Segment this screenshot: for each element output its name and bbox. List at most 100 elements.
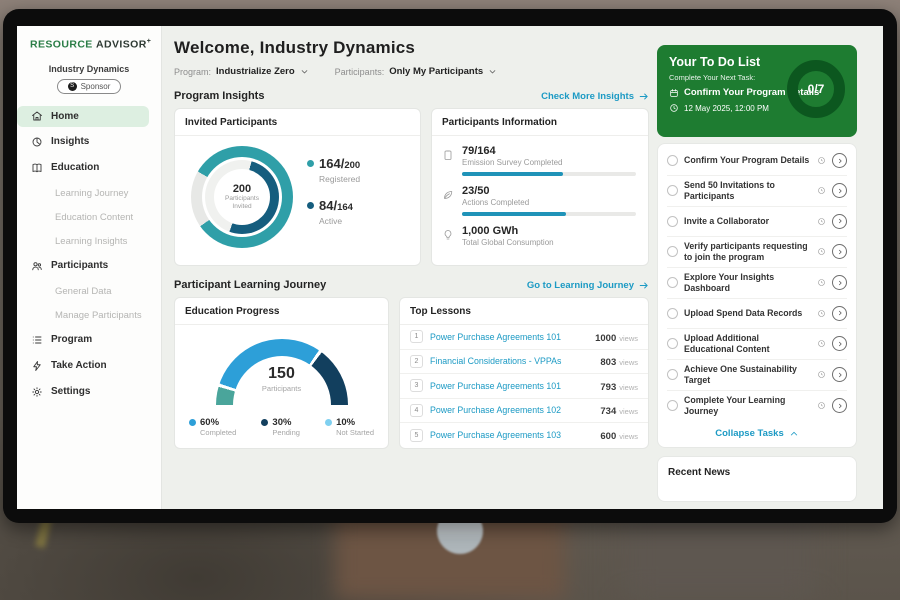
- info-value: 23/50: [462, 185, 636, 197]
- gauge-legend: 60%Completed 30%Pending 10%Not Started: [175, 405, 388, 437]
- chevron-up-icon: [789, 429, 799, 439]
- task-row[interactable]: Confirm Your Program Details: [667, 146, 847, 176]
- chevron-down-icon: [488, 67, 497, 76]
- lesson-row[interactable]: 4 Power Purchase Agreements 102 734views: [400, 399, 648, 424]
- task-label: Complete Your Learning Journey: [684, 395, 811, 417]
- legend-value: 164/: [319, 156, 344, 171]
- recent-news-card: Recent News: [657, 456, 857, 502]
- task-row[interactable]: Verify participants requesting to join t…: [667, 237, 847, 268]
- views-suffix: views: [619, 334, 638, 343]
- task-checkbox[interactable]: [667, 369, 678, 380]
- clock-icon: [669, 103, 679, 113]
- program-filter-value: Industrialize Zero: [216, 66, 295, 77]
- chevron-right-icon: [836, 309, 844, 317]
- task-row[interactable]: Achieve One Sustainability Target: [667, 360, 847, 391]
- sidebar-item-label: Education: [51, 162, 99, 173]
- sidebar-item-program[interactable]: Program: [17, 329, 161, 351]
- task-checkbox[interactable]: [667, 216, 678, 227]
- task-checkbox[interactable]: [667, 155, 678, 166]
- task-open-button[interactable]: [832, 398, 847, 413]
- lesson-row[interactable]: 1 Power Purchase Agreements 101 1000view…: [400, 325, 648, 350]
- lesson-views: 1000: [595, 333, 616, 344]
- task-row[interactable]: Send 50 Invitations to Participants: [667, 176, 847, 207]
- sidebar-item-manage-participants[interactable]: Manage Participants: [17, 305, 161, 327]
- todo-panel: Your To Do List Complete Your Next Task:…: [649, 26, 865, 509]
- lesson-row[interactable]: 5 Power Purchase Agreements 103 600views: [400, 423, 648, 448]
- sponsor-badge[interactable]: S Sponsor: [57, 79, 121, 94]
- task-checkbox[interactable]: [667, 338, 678, 349]
- sidebar-item-settings[interactable]: Settings: [17, 381, 161, 403]
- clock-icon: [817, 339, 826, 348]
- sidebar-item-learning-journey[interactable]: Learning Journey: [17, 183, 161, 205]
- clock-icon: [817, 278, 826, 287]
- task-row[interactable]: Upload Spend Data Records: [667, 299, 847, 329]
- clock-icon: [817, 247, 826, 256]
- legend-denominator: 164: [337, 202, 353, 213]
- sidebar-item-learning-insights[interactable]: Learning Insights: [17, 231, 161, 253]
- sidebar-item-education-content[interactable]: Education Content: [17, 207, 161, 229]
- lesson-link[interactable]: Power Purchase Agreements 101: [430, 381, 593, 391]
- sidebar-item-home[interactable]: Home: [17, 106, 149, 127]
- todo-tasks-card: Confirm Your Program Details Send 50 Inv…: [657, 143, 857, 448]
- legend-label: Not Started: [336, 428, 374, 437]
- participants-filter[interactable]: Participants: Only My Participants: [335, 66, 498, 77]
- sidebar-item-insights[interactable]: Insights: [17, 131, 161, 153]
- task-row[interactable]: Invite a Collaborator: [667, 207, 847, 237]
- info-label: Total Global Consumption: [462, 238, 636, 247]
- task-open-button[interactable]: [832, 275, 847, 290]
- program-filter[interactable]: Program: Industrialize Zero: [174, 66, 309, 77]
- legend-registered: 164/200 Registered: [307, 155, 360, 184]
- task-checkbox[interactable]: [667, 246, 678, 257]
- collapse-tasks-link[interactable]: Collapse Tasks: [667, 421, 847, 447]
- task-open-button[interactable]: [832, 244, 847, 259]
- sidebar-item-education[interactable]: Education: [17, 157, 161, 179]
- section-title: Participant Learning Journey: [174, 279, 326, 291]
- task-open-button[interactable]: [832, 214, 847, 229]
- task-checkbox[interactable]: [667, 185, 678, 196]
- lesson-row[interactable]: 2 Financial Considerations - VPPAs 803vi…: [400, 350, 648, 375]
- insights-cards-row: Invited Participants 200 Participants In…: [174, 108, 649, 266]
- task-label: Invite a Collaborator: [684, 216, 811, 227]
- gauge-center-label: Participants: [216, 384, 348, 393]
- task-checkbox[interactable]: [667, 400, 678, 411]
- clipboard-icon: [442, 149, 454, 161]
- lesson-link[interactable]: Power Purchase Agreements 101: [430, 332, 588, 342]
- task-checkbox[interactable]: [667, 277, 678, 288]
- lesson-views: 600: [600, 431, 616, 442]
- go-to-learning-journey-link[interactable]: Go to Learning Journey: [527, 280, 649, 291]
- task-row[interactable]: Explore Your Insights Dashboard: [667, 268, 847, 299]
- legend-dot: [325, 419, 332, 426]
- task-open-button[interactable]: [832, 183, 847, 198]
- sidebar-item-general-data[interactable]: General Data: [17, 281, 161, 303]
- task-open-button[interactable]: [832, 336, 847, 351]
- card-title: Top Lessons: [400, 298, 648, 325]
- task-open-button[interactable]: [832, 306, 847, 321]
- app-logo: RESOURCE ADVISOR+: [17, 38, 161, 51]
- logo-plus: +: [147, 38, 152, 45]
- sidebar-item-label: Program: [51, 334, 92, 345]
- education-gauge-chart: 150 Participants: [216, 339, 348, 405]
- legend-dot: [261, 419, 268, 426]
- lesson-rank: 2: [410, 355, 423, 368]
- donut-center-value: 200: [233, 183, 251, 195]
- lesson-link[interactable]: Power Purchase Agreements 102: [430, 405, 593, 415]
- participants-filter-label: Participants:: [335, 67, 385, 77]
- clock-icon: [817, 156, 826, 165]
- task-checkbox[interactable]: [667, 308, 678, 319]
- task-row[interactable]: Upload Additional Educational Content: [667, 329, 847, 360]
- task-open-button[interactable]: [832, 153, 847, 168]
- lesson-link[interactable]: Power Purchase Agreements 103: [430, 430, 593, 440]
- sidebar: RESOURCE ADVISOR+ Industry Dynamics S Sp…: [17, 26, 162, 509]
- lesson-rank: 3: [410, 379, 423, 392]
- book-icon: [31, 162, 43, 174]
- sidebar-item-participants[interactable]: Participants: [17, 255, 161, 277]
- sidebar-item-take-action[interactable]: Take Action: [17, 355, 161, 377]
- task-row[interactable]: Complete Your Learning Journey: [667, 391, 847, 421]
- clock-icon: [817, 309, 826, 318]
- legend-denominator: 200: [344, 160, 360, 171]
- check-more-insights-link[interactable]: Check More Insights: [541, 91, 649, 102]
- task-open-button[interactable]: [832, 367, 847, 382]
- lesson-row[interactable]: 3 Power Purchase Agreements 101 793views: [400, 374, 648, 399]
- legend-pct: 30%: [272, 417, 300, 428]
- lesson-link[interactable]: Financial Considerations - VPPAs: [430, 356, 593, 366]
